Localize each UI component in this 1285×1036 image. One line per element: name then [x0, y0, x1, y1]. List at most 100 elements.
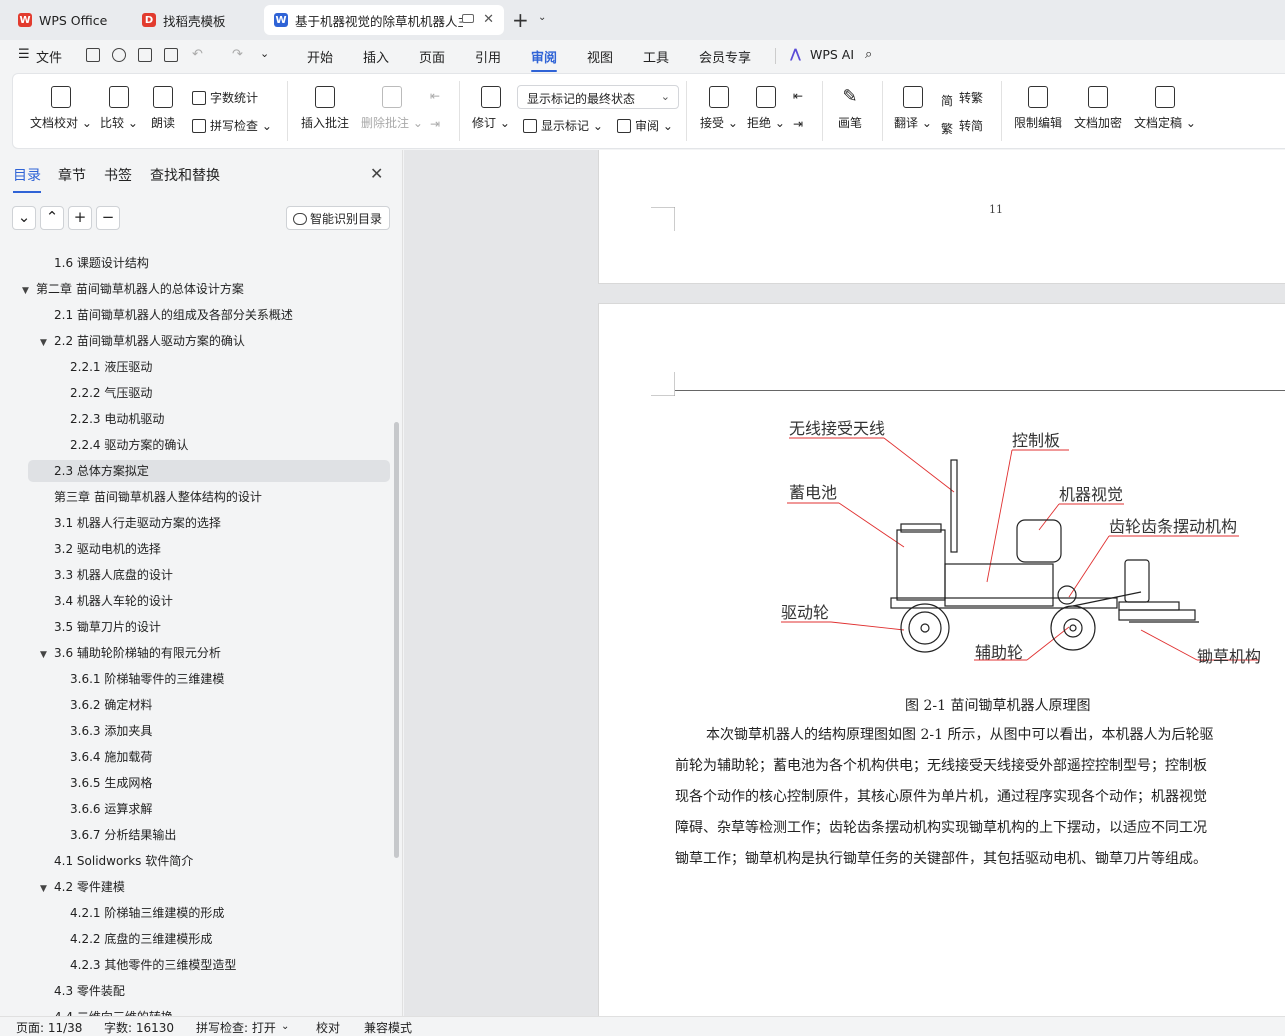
restrict-edit-button[interactable]: 限制编辑	[1014, 86, 1062, 131]
status-page[interactable]: 页面: 11/38	[16, 1019, 82, 1036]
toc-item[interactable]: 3.6.1 阶梯轴零件的三维建模	[0, 668, 390, 690]
delete-comment-button[interactable]: 删除批注 ⌄	[361, 86, 423, 131]
toc-scrollbar[interactable]	[394, 422, 399, 858]
toc-item[interactable]: 2.3 总体方案拟定	[28, 460, 390, 482]
hamburger-icon[interactable]: ☰	[18, 47, 30, 62]
remove-level-button[interactable]: −	[96, 206, 120, 230]
toc-item[interactable]: 3.4 机器人车轮的设计	[0, 590, 390, 612]
toc-item[interactable]: 3.1 机器人行走驱动方案的选择	[0, 512, 390, 534]
collapse-up-button[interactable]: ⌃	[40, 206, 64, 230]
reject-button[interactable]: 拒绝 ⌄	[747, 86, 785, 131]
expand-toggle-icon[interactable]: ▼	[40, 332, 54, 354]
status-spell-check[interactable]: 拼写检查: 打开	[196, 1019, 276, 1036]
menu-view[interactable]: 视图	[587, 47, 613, 66]
print-preview-icon[interactable]	[164, 48, 178, 62]
toc-item[interactable]: 4.3 零件装配	[0, 980, 390, 1002]
insert-comment-button[interactable]: 插入批注	[301, 86, 349, 131]
menu-member[interactable]: 会员专享	[699, 47, 751, 66]
menu-page[interactable]: 页面	[419, 47, 445, 66]
add-level-button[interactable]: +	[68, 206, 92, 230]
toc-item[interactable]: 第三章 苗间锄草机器人整体结构的设计	[0, 486, 390, 508]
toc-item[interactable]: 3.6.2 确定材料	[0, 694, 390, 716]
undo-icon[interactable]: ↶	[192, 47, 203, 62]
markup-state-select[interactable]: 显示标记的最终状态 ⌄	[517, 85, 679, 109]
toc-item[interactable]: 3.6.4 施加载荷	[0, 746, 390, 768]
previous-change-icon[interactable]: ⇤	[793, 89, 803, 103]
toc-item[interactable]: 2.1 苗间锄草机器人的组成及各部分关系概述	[0, 304, 390, 326]
accept-button[interactable]: 接受 ⌄	[700, 86, 738, 131]
window-icon[interactable]	[462, 14, 474, 23]
review-pane-button[interactable]: 审阅 ⌄	[617, 117, 673, 134]
next-change-icon[interactable]: ⇥	[793, 117, 803, 131]
track-changes-button[interactable]: 修订 ⌄	[472, 86, 510, 131]
smart-toc-button[interactable]: 智能识别目录	[286, 206, 390, 230]
export-icon[interactable]	[112, 48, 126, 62]
menu-start[interactable]: 开始	[307, 47, 333, 66]
toc-item[interactable]: 3.6.6 运算求解	[0, 798, 390, 820]
menu-references[interactable]: 引用	[475, 47, 501, 66]
compare-button[interactable]: 比较 ⌄	[100, 86, 138, 131]
previous-comment-icon[interactable]: ⇤	[430, 89, 440, 103]
toc-item[interactable]: 3.6.7 分析结果输出	[0, 824, 390, 846]
expand-toggle-icon[interactable]: ▼	[22, 280, 36, 302]
print-icon[interactable]	[138, 48, 152, 62]
save-icon[interactable]	[86, 48, 100, 62]
toc-item[interactable]: ▼ 第二章 苗间锄草机器人的总体设计方案	[0, 278, 390, 300]
show-markup-button[interactable]: 显示标记 ⌄	[523, 117, 603, 134]
status-proofread[interactable]: 校对	[316, 1019, 340, 1036]
expand-down-button[interactable]: ⌄	[12, 206, 36, 230]
panel-tab-bookmarks[interactable]: 书签	[104, 165, 132, 185]
redo-icon[interactable]: ↷	[232, 47, 243, 62]
toc-item[interactable]: 3.6.3 添加夹具	[0, 720, 390, 742]
toc-item[interactable]: 2.2.3 电动机驱动	[0, 408, 390, 430]
panel-tab-toc[interactable]: 目录	[13, 165, 41, 193]
proofread-button[interactable]: 文档校对 ⌄	[30, 86, 92, 131]
expand-toggle-icon[interactable]: ▼	[40, 644, 54, 666]
toc-item[interactable]: ▼ 3.6 辅助轮阶梯轴的有限元分析	[0, 642, 390, 664]
read-aloud-button[interactable]: 朗读	[151, 86, 175, 131]
tab-docer-templates[interactable]: D 找稻壳模板	[132, 5, 258, 35]
translate-button[interactable]: 翻译 ⌄	[894, 86, 932, 131]
chevron-down-icon[interactable]: ⌄	[538, 12, 546, 23]
menu-insert[interactable]: 插入	[363, 47, 389, 66]
encrypt-button[interactable]: 文档加密	[1074, 86, 1122, 131]
word-count-button[interactable]: 字数统计	[192, 89, 258, 106]
toc-item[interactable]: ▼ 4.2 零件建模	[0, 876, 390, 898]
label-control-board: 控制板	[1012, 431, 1060, 450]
toc-item[interactable]: 2.2.1 液压驱动	[0, 356, 390, 378]
tab-document[interactable]: W 基于机器视觉的除草机机器人主 ✕	[264, 5, 504, 35]
to-simplified-button[interactable]: 繁转简	[941, 117, 983, 136]
toc-item[interactable]: 3.2 驱动电机的选择	[0, 538, 390, 560]
next-comment-icon[interactable]: ⇥	[430, 117, 440, 131]
toc-item[interactable]: 4.2.3 其他零件的三维模型造型	[0, 954, 390, 976]
toc-item[interactable]: 4.2.1 阶梯轴三维建模的形成	[0, 902, 390, 924]
pen-button[interactable]: ✎ 画笔	[838, 86, 862, 131]
finalize-button[interactable]: 文档定稿 ⌄	[1134, 86, 1196, 131]
panel-tab-sections[interactable]: 章节	[58, 165, 86, 185]
status-word-count[interactable]: 字数: 16130	[104, 1019, 174, 1036]
toc-item[interactable]: 2.2.4 驱动方案的确认	[0, 434, 390, 456]
menu-wps-ai[interactable]: WPS AI	[810, 47, 854, 62]
close-tab-icon[interactable]: ✕	[483, 12, 494, 27]
new-tab-button[interactable]: +	[512, 8, 529, 32]
toc-item[interactable]: 4.1 Solidworks 软件简介	[0, 850, 390, 872]
toc-item[interactable]: 3.3 机器人底盘的设计	[0, 564, 390, 586]
toc-item[interactable]: 1.6 课题设计结构	[0, 252, 390, 274]
search-icon[interactable]: ⌕	[865, 47, 872, 62]
toc-item[interactable]: ▼ 2.2 苗间锄草机器人驱动方案的确认	[0, 330, 390, 352]
spell-check-button[interactable]: 拼写检查 ⌄	[192, 117, 272, 134]
toc-item[interactable]: 3.5 锄草刀片的设计	[0, 616, 390, 638]
menu-tools[interactable]: 工具	[643, 47, 669, 66]
chevron-down-icon[interactable]: ⌄	[281, 1021, 289, 1032]
menu-review[interactable]: 审阅	[531, 47, 558, 72]
more-chevron-icon[interactable]: ⌄	[260, 47, 269, 60]
toc-item[interactable]: 4.2.2 底盘的三维建模形成	[0, 928, 390, 950]
toc-item[interactable]: 3.6.5 生成网格	[0, 772, 390, 794]
to-traditional-button[interactable]: 简转繁	[941, 89, 983, 108]
menu-file[interactable]: 文件	[36, 47, 62, 66]
expand-toggle-icon[interactable]: ▼	[40, 878, 54, 900]
close-panel-icon[interactable]: ✕	[370, 164, 383, 183]
toc-item[interactable]: 2.2.2 气压驱动	[0, 382, 390, 404]
tab-wps-office[interactable]: W WPS Office	[8, 5, 124, 35]
panel-tab-find-replace[interactable]: 查找和替换	[150, 165, 220, 185]
